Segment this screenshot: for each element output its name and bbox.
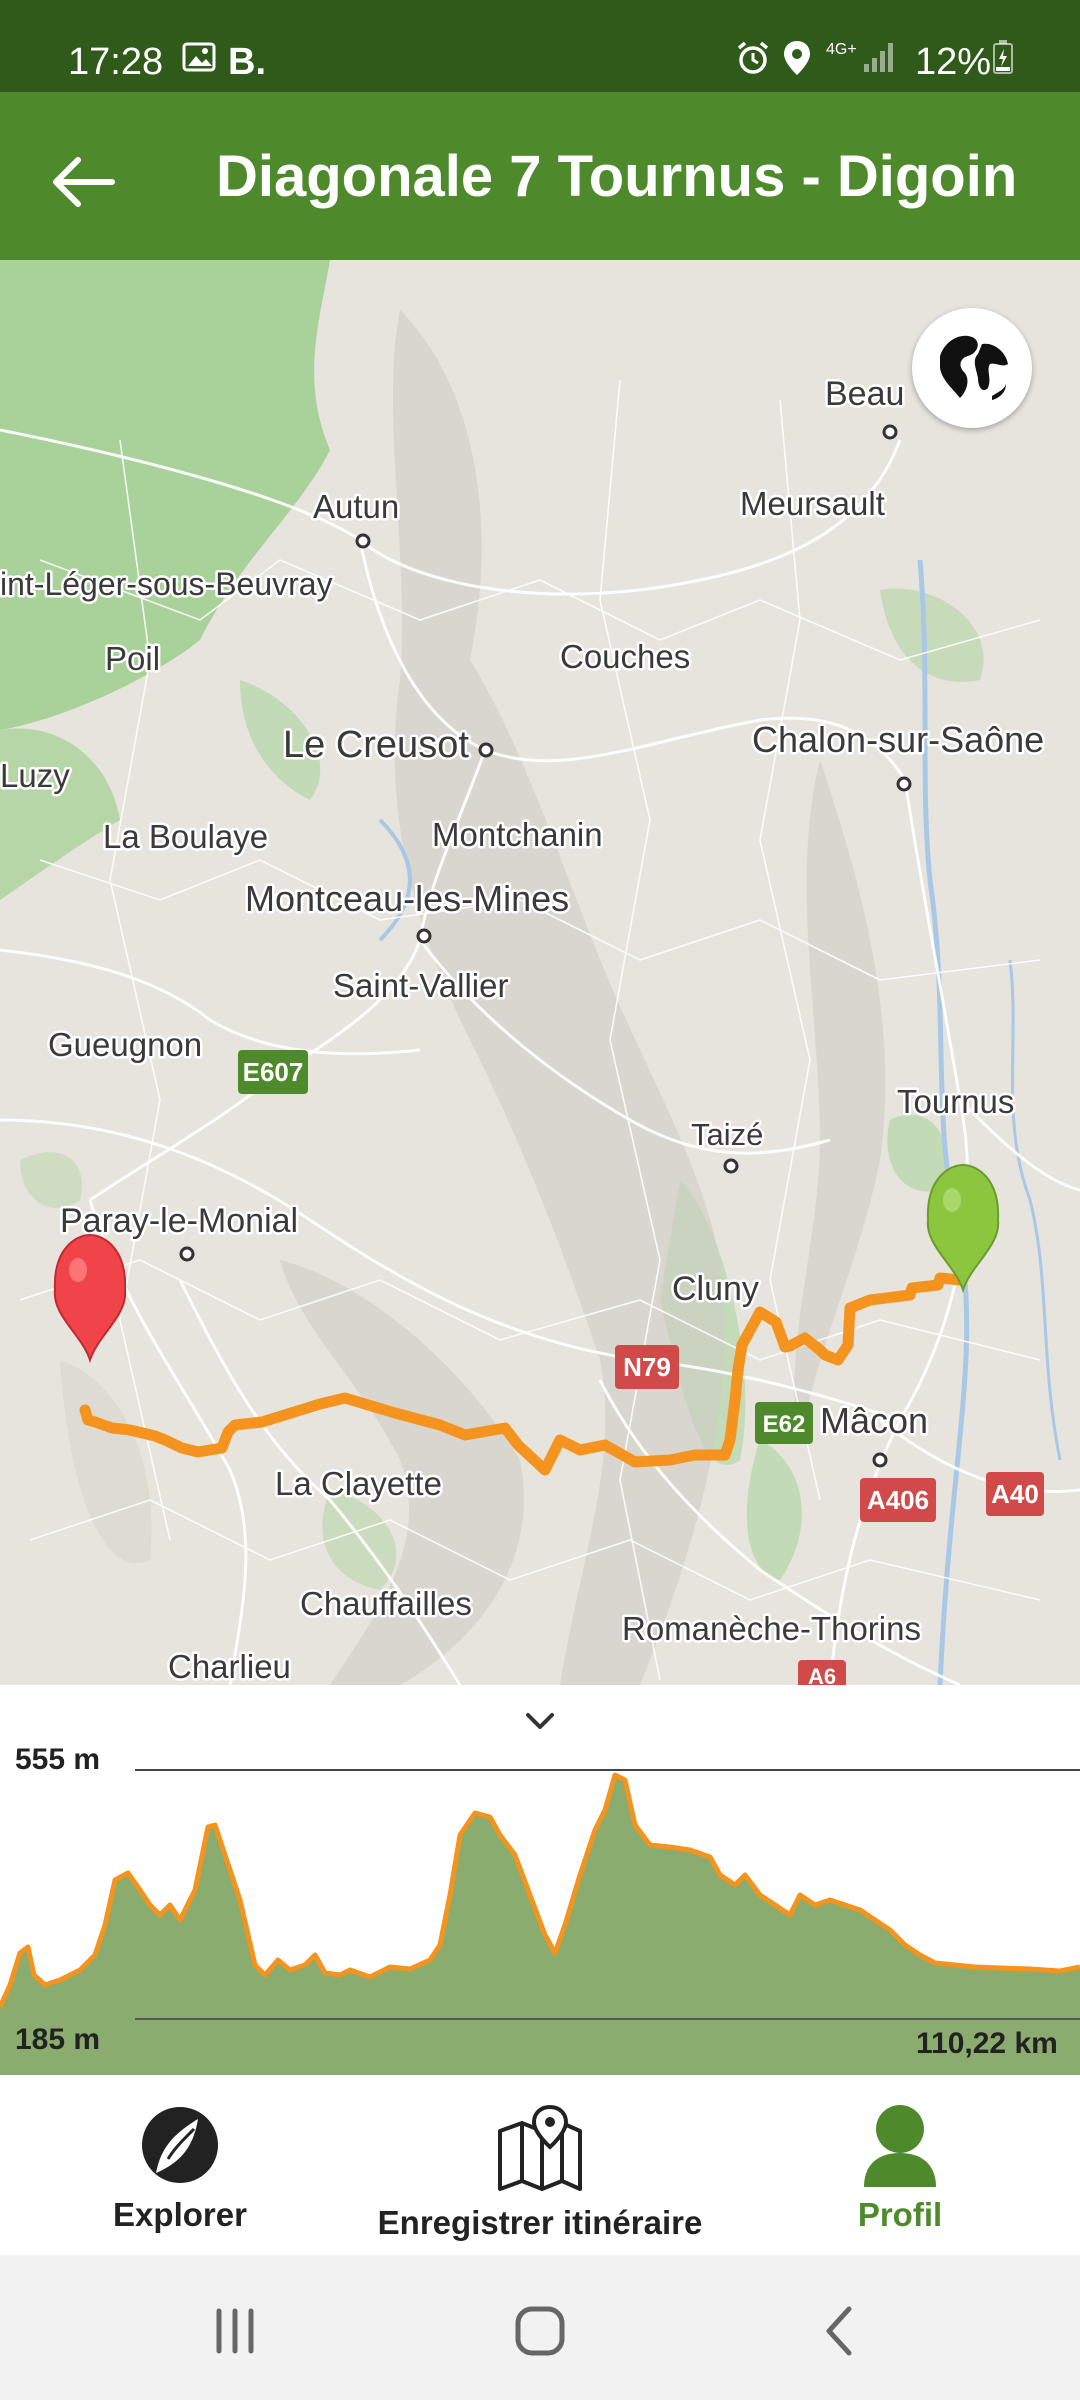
system-back-button[interactable] bbox=[815, 2301, 865, 2361]
back-chevron-icon bbox=[826, 2306, 852, 2356]
road-shield-a406-label: A406 bbox=[867, 1485, 929, 1515]
road-shield-a40-label: A40 bbox=[991, 1479, 1039, 1509]
compass-icon bbox=[142, 2107, 218, 2183]
place-label-meursault: Meursault bbox=[740, 485, 885, 522]
road-shield-n79: N79 bbox=[615, 1345, 679, 1389]
place-label-la-boulaye: La Boulaye bbox=[103, 818, 268, 855]
road-shield-a406: A406 bbox=[860, 1478, 936, 1522]
status-bar: 17:28 B. 4G+ 12% bbox=[0, 0, 1080, 92]
map-canvas[interactable]: E607 N79 E62 A406 A40 A6 Beau Autun Meur… bbox=[0, 260, 1080, 1685]
signal-icon bbox=[862, 40, 896, 79]
place-label-le-creusot: Le Creusot bbox=[283, 724, 469, 766]
page-title: Diagonale 7 Tournus - Digoin bbox=[216, 144, 1018, 209]
place-label-taize: Taizé bbox=[691, 1117, 763, 1152]
place-label-romaneche: Romanèche-Thorins bbox=[622, 1610, 921, 1647]
place-label-gueugnon: Gueugnon bbox=[48, 1026, 202, 1063]
road-shield-a6: A6 bbox=[798, 1660, 846, 1685]
place-label-macon: Mâcon bbox=[820, 1400, 928, 1441]
nav-record-route-label: Enregistrer itinéraire bbox=[377, 2204, 703, 2241]
user-icon bbox=[864, 2105, 936, 2187]
home-button[interactable] bbox=[510, 2301, 570, 2361]
place-label-chauffailles: Chauffailles bbox=[300, 1585, 472, 1622]
place-label-paray: Paray-le-Monial bbox=[60, 1202, 298, 1240]
home-icon bbox=[515, 2306, 565, 2356]
system-navigation-bar bbox=[0, 2255, 1080, 2400]
status-time: 17:28 bbox=[68, 41, 164, 83]
place-label-chalon: Chalon-sur-Saône bbox=[752, 719, 1044, 760]
arrow-left-icon bbox=[53, 157, 115, 207]
nav-explorer[interactable]: Explorer bbox=[100, 2103, 260, 2234]
nav-record-route[interactable]: Enregistrer itinéraire bbox=[370, 2103, 710, 2242]
road-shield-a40: A40 bbox=[986, 1472, 1044, 1516]
map-pin-icon bbox=[498, 2104, 582, 2191]
location-icon bbox=[783, 40, 811, 81]
battery-icon bbox=[993, 40, 1013, 79]
elevation-chart[interactable] bbox=[0, 1685, 1080, 2075]
road-shield-e62: E62 bbox=[755, 1402, 813, 1444]
recents-button[interactable] bbox=[205, 2303, 265, 2359]
nav-explorer-label: Explorer bbox=[113, 2196, 247, 2233]
alarm-icon bbox=[735, 40, 771, 81]
place-label-luzy: Luzy bbox=[0, 757, 70, 794]
place-label-beaune: Beau bbox=[825, 375, 904, 413]
elevation-min-label: 185 m bbox=[15, 2023, 101, 2056]
road-shield-a6-label: A6 bbox=[808, 1664, 836, 1685]
place-label-charlieu: Charlieu bbox=[168, 1648, 291, 1685]
globe-icon bbox=[916, 312, 1028, 424]
place-label-montchanin: Montchanin bbox=[432, 816, 603, 853]
route-map[interactable]: E607 N79 E62 A406 A40 A6 Beau Autun Meur… bbox=[0, 260, 1080, 1685]
place-label-couches: Couches bbox=[560, 638, 690, 675]
route-distance-label: 110,22 km bbox=[916, 2027, 1058, 2060]
app-bar: Diagonale 7 Tournus - Digoin bbox=[0, 92, 1080, 260]
road-shield-e62-label: E62 bbox=[763, 1411, 806, 1438]
road-shield-n79-label: N79 bbox=[623, 1352, 671, 1382]
battery-percent: 12% bbox=[915, 41, 992, 83]
place-label-autun: Autun bbox=[313, 488, 399, 525]
place-label-saint-leger: int-Léger-sous-Beuvray bbox=[0, 566, 333, 602]
back-button[interactable] bbox=[44, 142, 124, 222]
elevation-max-label: 555 m bbox=[15, 1743, 101, 1776]
road-shield-e607-label: E607 bbox=[243, 1057, 304, 1087]
place-label-poil: Poil bbox=[105, 640, 160, 677]
place-label-saint-vallier: Saint-Vallier bbox=[333, 967, 508, 1004]
carrier-label: B. bbox=[228, 41, 266, 83]
bottom-navigation: Explorer Enregistrer itinéraire Profil bbox=[0, 2075, 1080, 2255]
map-layers-button[interactable] bbox=[912, 308, 1032, 428]
place-label-cluny: Cluny bbox=[672, 1270, 759, 1308]
network-type: 4G+ bbox=[826, 41, 857, 58]
place-label-la-clayette: La Clayette bbox=[275, 1465, 442, 1502]
road-shield-e607: E607 bbox=[238, 1050, 308, 1094]
gallery-icon bbox=[182, 40, 216, 79]
nav-profile[interactable]: Profil bbox=[830, 2103, 970, 2234]
place-label-montceau: Montceau-les-Mines bbox=[245, 878, 569, 919]
nav-profile-label: Profil bbox=[857, 2196, 943, 2233]
place-label-tournus: Tournus bbox=[897, 1083, 1014, 1120]
elevation-panel: 555 m 185 m 110,22 km bbox=[0, 1685, 1080, 2075]
recents-icon bbox=[216, 2308, 254, 2354]
